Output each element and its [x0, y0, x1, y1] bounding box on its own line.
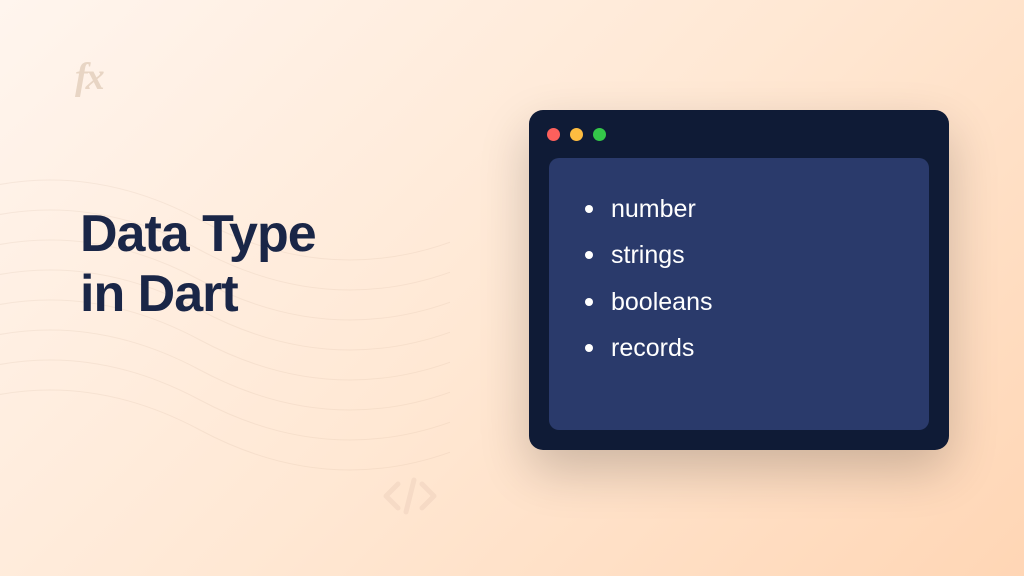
list-item: booleans: [585, 279, 893, 325]
content-panel: number strings booleans records: [549, 158, 929, 430]
close-dot-icon: [547, 128, 560, 141]
title-line-1: Data Type: [80, 205, 316, 263]
code-slash-icon: [380, 476, 440, 516]
fx-logo: fx: [75, 55, 103, 99]
code-window: number strings booleans records: [529, 110, 949, 450]
maximize-dot-icon: [593, 128, 606, 141]
page-title: Data Type in Dart: [80, 205, 316, 325]
list-item: strings: [585, 232, 893, 278]
minimize-dot-icon: [570, 128, 583, 141]
title-line-2: in Dart: [80, 265, 238, 323]
data-type-list: number strings booleans records: [585, 186, 893, 371]
list-item: records: [585, 325, 893, 371]
window-titlebar: [529, 110, 949, 158]
list-item: number: [585, 186, 893, 232]
